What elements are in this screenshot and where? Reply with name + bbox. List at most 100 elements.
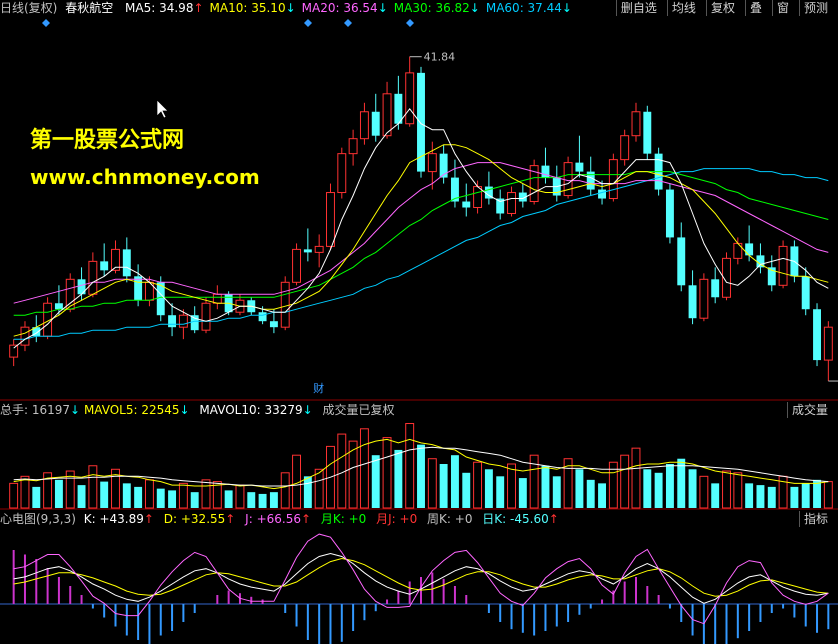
- candle-body: [9, 344, 19, 358]
- volume-bar: [575, 469, 584, 508]
- candle-body: [608, 159, 618, 200]
- volume-bar: [496, 476, 505, 508]
- candle-body: [473, 186, 483, 209]
- watermark-site-name: 第一股票公式网: [30, 128, 185, 153]
- volume-bar: [156, 488, 165, 508]
- volume-bar: [620, 454, 630, 509]
- volume-bar: [168, 490, 177, 508]
- volume-bar: [711, 483, 720, 508]
- event-marker-icon: [42, 19, 50, 27]
- volume-bar: [122, 483, 131, 508]
- candle-body: [88, 260, 98, 295]
- volume-bar: [654, 472, 663, 508]
- volume-bar: [699, 475, 709, 509]
- volume-bar: [688, 469, 697, 508]
- volume-bar: [813, 479, 821, 508]
- volume-bar: [54, 479, 63, 508]
- volume-bar: [20, 475, 30, 509]
- candle-body: [337, 153, 347, 194]
- volume-bar: [144, 479, 154, 509]
- watermark-url: www.chnmoney.com: [30, 165, 260, 189]
- volume-bar: [178, 482, 188, 509]
- volume-bar: [382, 437, 392, 509]
- volume-bar: [631, 447, 641, 509]
- candle-body: [134, 276, 143, 301]
- candle-body: [371, 111, 380, 136]
- volume-bar: [88, 465, 98, 509]
- candle-body: [190, 315, 199, 331]
- volume-bar: [201, 479, 211, 509]
- volume-bar: [665, 464, 674, 508]
- candle-body: [122, 249, 131, 277]
- candle-body: [711, 279, 720, 298]
- volume-bar: [450, 455, 459, 508]
- volume-bar: [314, 468, 324, 509]
- volume-bar: [405, 423, 415, 509]
- candle-body: [178, 314, 188, 328]
- candle-body: [20, 326, 30, 346]
- volume-bar: [484, 469, 493, 508]
- candle-body: [292, 248, 301, 283]
- volume-bar: [247, 492, 256, 508]
- volume-bar: [507, 463, 516, 509]
- candle-body: [100, 261, 109, 271]
- event-marker-icon: [406, 19, 414, 27]
- volume-bar: [790, 486, 799, 508]
- volume-bar: [134, 486, 143, 508]
- event-marker-icon: [344, 19, 352, 27]
- volume-bar: [190, 492, 199, 508]
- mouse-cursor-icon: [156, 99, 169, 119]
- candle-body: [427, 153, 437, 173]
- volume-bar: [224, 490, 233, 508]
- candle-body: [699, 278, 709, 319]
- volume-bar: [417, 444, 425, 508]
- candle-body: [801, 276, 810, 310]
- candle-body: [665, 189, 674, 238]
- volume-bar: [303, 476, 312, 508]
- candle-body: [745, 243, 754, 256]
- candle-body: [688, 285, 697, 319]
- candle-body: [258, 312, 267, 322]
- candle-body: [631, 111, 641, 137]
- volume-bar: [541, 465, 550, 508]
- volume-bar: [32, 486, 41, 508]
- volume-bar: [462, 472, 471, 508]
- candle-body: [405, 72, 415, 125]
- candle-body: [201, 302, 211, 331]
- candle-body: [620, 135, 630, 161]
- candle-body: [212, 293, 222, 304]
- candle-body: [168, 315, 177, 328]
- volume-bar: [439, 464, 448, 508]
- candle-body: [643, 111, 652, 154]
- volume-bar: [269, 492, 278, 508]
- volume-bar: [9, 482, 19, 509]
- candle-body: [280, 281, 290, 328]
- candle-body: [677, 237, 686, 286]
- volume-bar: [745, 483, 754, 508]
- volume-bar: [756, 485, 765, 508]
- volume-bar: [643, 469, 652, 508]
- event-marker-icon: [304, 19, 312, 27]
- volume-bar: [722, 470, 731, 509]
- candle-body: [575, 162, 584, 172]
- candle-body: [462, 201, 471, 208]
- volume-bar: [280, 472, 290, 509]
- volume-bar: [427, 458, 437, 509]
- candle-body: [823, 326, 833, 361]
- volume-bar: [394, 449, 403, 508]
- volume-bar: [552, 476, 561, 508]
- candle-body: [813, 309, 821, 361]
- candle-body: [326, 192, 335, 247]
- stock-chart[interactable]: 41.8431财: [0, 0, 838, 644]
- volume-bar: [77, 485, 86, 508]
- volume-bar: [473, 461, 483, 509]
- high-price-label: 41.84: [424, 51, 456, 64]
- candle-body: [359, 111, 369, 140]
- volume-bar: [767, 486, 776, 508]
- candle-body: [778, 245, 788, 286]
- candle-body: [314, 245, 324, 253]
- candle-body: [598, 189, 607, 199]
- candle-body: [303, 249, 312, 253]
- volume-bar: [235, 484, 245, 509]
- volume-bar: [586, 479, 595, 508]
